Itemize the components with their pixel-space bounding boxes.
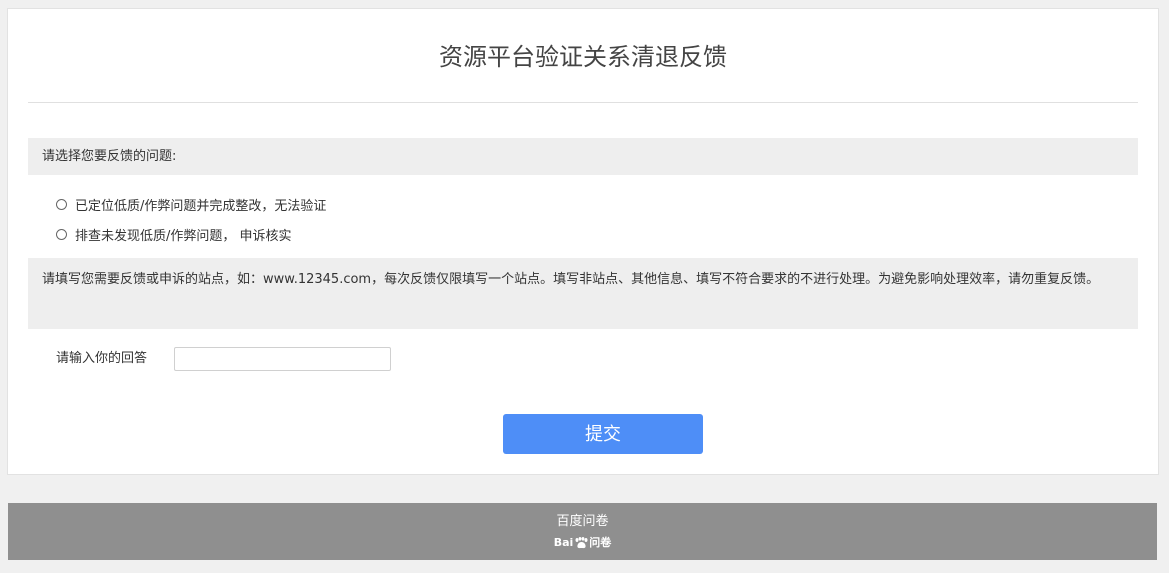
baidu-paw-icon — [574, 537, 588, 549]
logo-text-left: Bai — [553, 536, 574, 549]
logo-text-right: 问卷 — [589, 536, 612, 549]
answer-input[interactable] — [174, 347, 391, 371]
radio-button[interactable] — [56, 228, 67, 240]
footer-brand-text: 百度问卷 — [556, 514, 609, 529]
option-label: 已定位低质/作弊问题并完成整改，无法验证 — [75, 198, 327, 214]
question2-label: 请填写您需要反馈或申诉的站点，如：www.12345.com，每次反馈仅限填写一… — [28, 258, 1138, 329]
footer: 百度问卷 Bai 问卷 — [8, 503, 1157, 560]
survey-card: 资源平台验证关系清退反馈 请选择您要反馈的问题: 已定位低质/作弊问题并完成整改… — [7, 8, 1159, 475]
question1-label: 请选择您要反馈的问题: — [28, 138, 1138, 175]
submit-button[interactable]: 提交 — [503, 414, 703, 454]
baidu-wenjuan-logo[interactable]: Bai 问卷 — [8, 535, 1157, 551]
question1-option-1[interactable]: 已定位低质/作弊问题并完成整改，无法验证 — [56, 194, 326, 214]
question1-option-2[interactable]: 排查未发现低质/作弊问题， 申诉核实 — [56, 224, 292, 244]
option-label: 排查未发现低质/作弊问题， 申诉核实 — [75, 228, 292, 244]
page-title: 资源平台验证关系清退反馈 — [439, 43, 727, 71]
title-divider — [28, 102, 1138, 103]
radio-button[interactable] — [56, 198, 67, 210]
answer-label: 请输入你的回答 — [56, 351, 148, 366]
